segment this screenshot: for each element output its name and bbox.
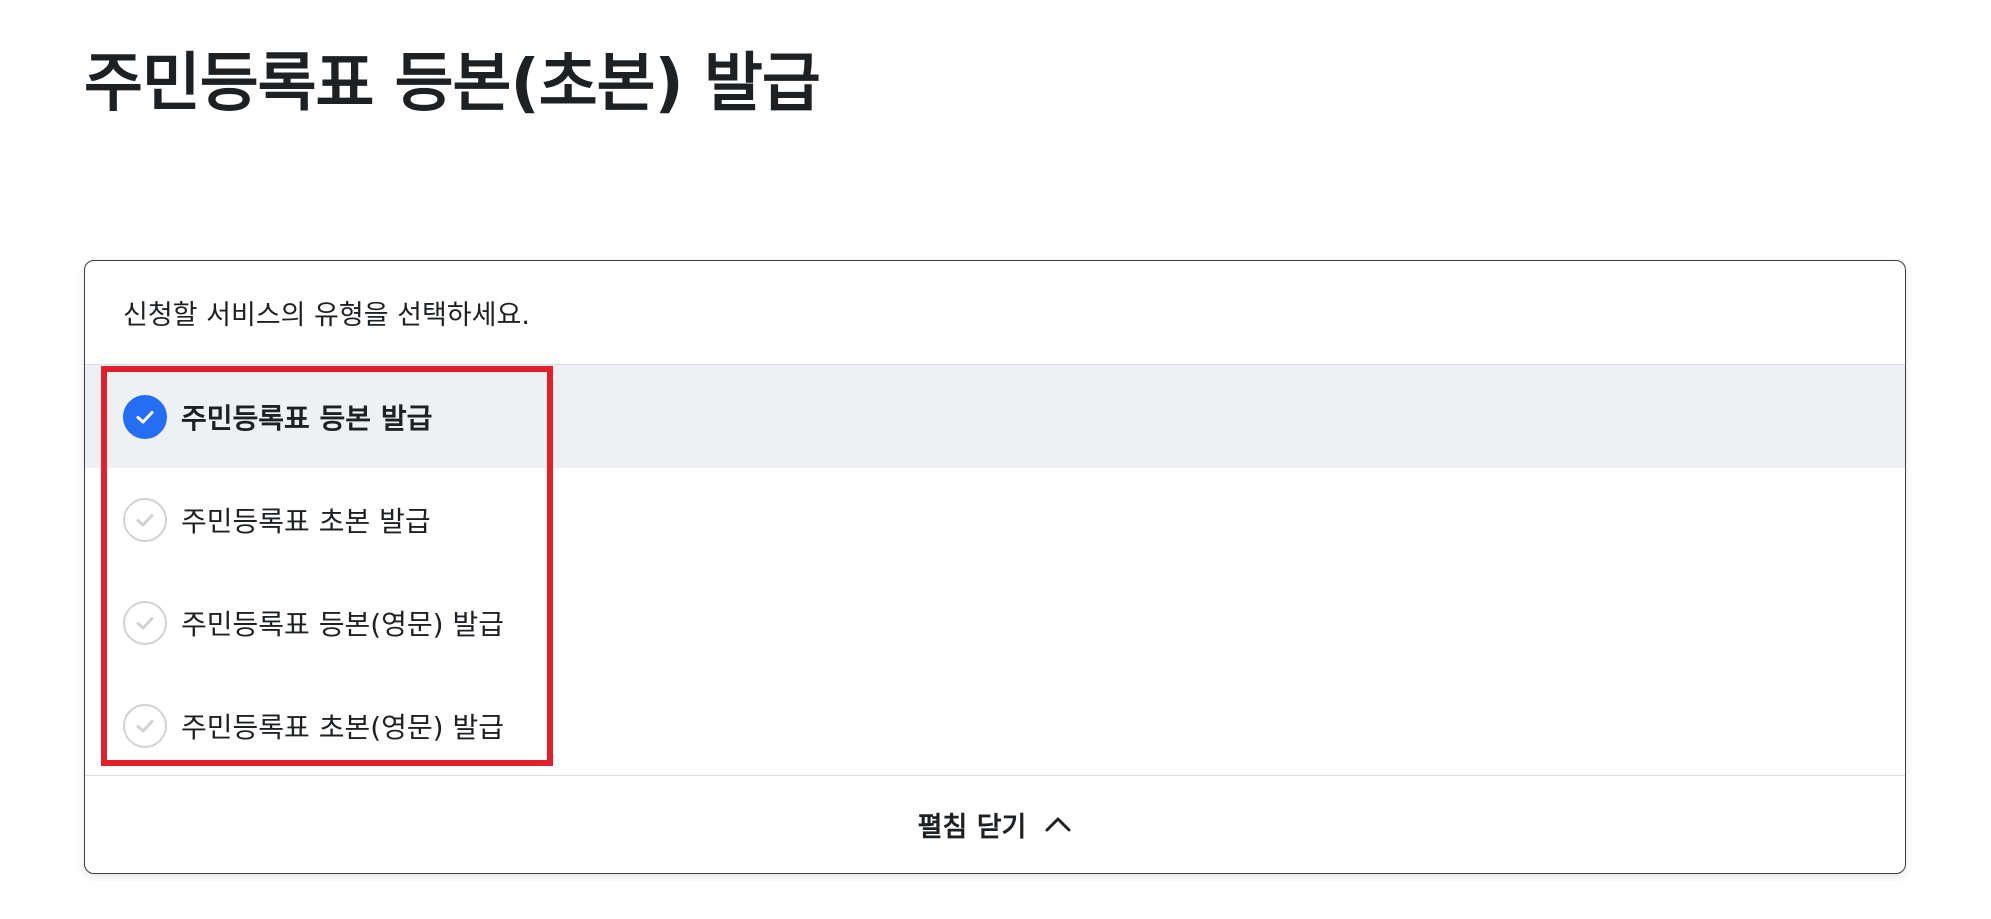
page-title: 주민등록표 등본(초본) 발급: [84, 47, 821, 121]
option-label: 주민등록표 등본 발급: [181, 401, 433, 435]
check-circle-outline-icon: [123, 600, 167, 645]
option-label: 주민등록표 초본(영문) 발급: [181, 710, 505, 744]
collapse-label: 펼침 닫기: [917, 812, 1027, 843]
panel-footer: 펼침 닫기: [85, 775, 1905, 873]
option-label: 주민등록표 초본 발급: [181, 504, 431, 538]
collapse-button[interactable]: 펼침 닫기: [918, 805, 1073, 844]
check-circle-outline-icon: [123, 703, 167, 748]
service-type-select-panel: 신청할 서비스의 유형을 선택하세요. 주민등록표 등본 발급 주민등록표 초본…: [84, 260, 1906, 874]
option-resident-copy[interactable]: 주민등록표 등본 발급: [85, 365, 1905, 468]
option-resident-copy-english[interactable]: 주민등록표 등본(영문) 발급: [85, 571, 1905, 674]
option-resident-abstract-english[interactable]: 주민등록표 초본(영문) 발급: [85, 674, 1905, 777]
option-resident-abstract[interactable]: 주민등록표 초본 발급: [85, 468, 1905, 571]
service-option-list: 주민등록표 등본 발급 주민등록표 초본 발급 주민등록표 등본(영문) 발급 …: [85, 365, 1905, 777]
service-type-prompt: 신청할 서비스의 유형을 선택하세요.: [85, 261, 1905, 365]
option-label: 주민등록표 등본(영문) 발급: [181, 607, 505, 641]
check-circle-filled-icon: [123, 394, 167, 439]
check-circle-outline-icon: [123, 497, 167, 542]
chevron-up-icon: [1044, 809, 1072, 840]
